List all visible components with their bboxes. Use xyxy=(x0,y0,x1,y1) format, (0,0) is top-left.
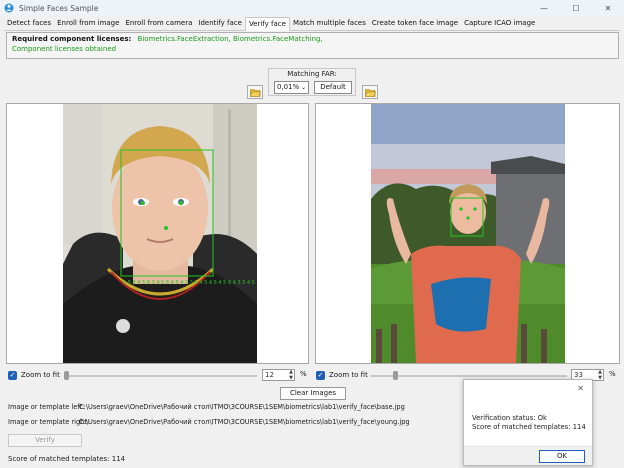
score-status: Score of matched templates: 114 xyxy=(8,455,126,463)
left-path-label: Image or template left: xyxy=(8,403,85,411)
app-icon xyxy=(4,3,14,13)
left-zoom-slider-thumb[interactable] xyxy=(64,371,69,380)
clear-images-button[interactable]: Clear Images xyxy=(280,387,346,400)
right-image-panel[interactable] xyxy=(315,103,620,364)
tab-create-token-face-image[interactable]: Create token face image xyxy=(369,17,461,30)
tab-bar: Detect faces Enroll from image Enroll fr… xyxy=(4,17,620,31)
tab-capture-icao-image[interactable]: Capture ICAO image xyxy=(461,17,538,30)
close-icon[interactable]: ✕ xyxy=(577,384,584,393)
left-zoom-toggle[interactable]: ✓ Zoom to fit xyxy=(8,369,60,381)
left-zoom-input[interactable]: 12 ▲ ▼ xyxy=(262,369,295,381)
left-path-value: C:\Users\graev\OneDrive\Рабочий стол\ITM… xyxy=(79,403,405,411)
right-zoom-slider-thumb[interactable] xyxy=(393,371,398,380)
window-title: Simple Faces Sample xyxy=(19,3,99,13)
verify-button[interactable]: Verify xyxy=(8,434,82,447)
tab-enroll-from-image[interactable]: Enroll from image xyxy=(54,17,122,30)
matching-far-group: Matching FAR: 0,01% ⌄ Default xyxy=(268,68,356,96)
right-zoom-label: Zoom to fit xyxy=(329,371,368,379)
matching-far-value: 0,01% xyxy=(277,83,300,91)
spinner-icon[interactable]: ▲ ▼ xyxy=(598,369,602,381)
left-image-panel[interactable]: 1 5 6 4 5 8 3 4 5 6 4 5 4 2 3 5 4 5 4 5 … xyxy=(6,103,309,364)
left-face-photo: 1 5 6 4 5 8 3 4 5 6 4 5 4 2 3 5 4 5 4 5 … xyxy=(63,104,257,363)
spinner-icon[interactable]: ▲ ▼ xyxy=(289,369,293,381)
right-path-value: C:\Users\graev\OneDrive\Рабочий стол\ITM… xyxy=(79,418,410,426)
left-zoom-unit: % xyxy=(300,370,307,378)
right-zoom-value: 33 xyxy=(574,371,583,379)
verification-dialog: ✕ Verification status: Ok Score of match… xyxy=(463,379,593,466)
license-panel: Required component licenses: Biometrics.… xyxy=(6,32,619,59)
right-path-label: Image or template right: xyxy=(8,418,90,426)
verification-score: Score of matched templates: 114 xyxy=(472,423,586,431)
verification-status: Verification status: Ok xyxy=(472,414,547,422)
open-right-image-button[interactable] xyxy=(362,85,378,99)
right-zoom-toggle[interactable]: ✓ Zoom to fit xyxy=(316,369,368,381)
title-bar: Simple Faces Sample — ☐ ✕ xyxy=(0,0,624,16)
left-zoom-value: 12 xyxy=(265,371,274,379)
license-label: Required component licenses: xyxy=(12,35,132,43)
tab-verify-face[interactable]: Verify face xyxy=(244,17,290,31)
left-zoom-slider[interactable] xyxy=(64,375,257,377)
maximize-button[interactable]: ☐ xyxy=(560,0,592,16)
matching-far-label: Matching FAR: xyxy=(287,70,337,78)
checkbox-checked-icon: ✓ xyxy=(316,370,325,380)
license-value: Biometrics.FaceExtraction, Biometrics.Fa… xyxy=(137,35,323,43)
license-status: Component licenses obtained xyxy=(12,45,117,53)
chevron-down-icon: ⌄ xyxy=(300,84,306,91)
matching-far-select[interactable]: 0,01% ⌄ xyxy=(274,81,309,94)
checkbox-checked-icon: ✓ xyxy=(8,370,17,380)
default-button[interactable]: Default xyxy=(314,81,352,94)
close-window-button[interactable]: ✕ xyxy=(592,0,624,16)
tab-enroll-from-camera[interactable]: Enroll from camera xyxy=(122,17,195,30)
right-path-row: Image or template right: C:\Users\graev\… xyxy=(8,418,463,426)
open-left-image-button[interactable] xyxy=(247,85,263,99)
minimize-button[interactable]: — xyxy=(528,0,560,16)
right-face-photo xyxy=(371,104,565,363)
folder-open-icon xyxy=(364,88,376,97)
folder-open-icon xyxy=(249,88,261,97)
right-zoom-unit: % xyxy=(609,370,616,378)
left-face-label: 1 5 6 4 5 8 3 4 5 6 4 5 4 2 3 5 4 5 4 5 … xyxy=(123,280,257,286)
left-zoom-label: Zoom to fit xyxy=(21,371,60,379)
tab-identify-face[interactable]: Identify face xyxy=(195,17,245,30)
left-path-row: Image or template left: C:\Users\graev\O… xyxy=(8,403,463,411)
tab-match-multiple-faces[interactable]: Match multiple faces xyxy=(290,17,369,30)
ok-button[interactable]: OK xyxy=(539,450,585,463)
right-zoom-slider[interactable] xyxy=(371,375,567,377)
tab-detect-faces[interactable]: Detect faces xyxy=(4,17,54,30)
